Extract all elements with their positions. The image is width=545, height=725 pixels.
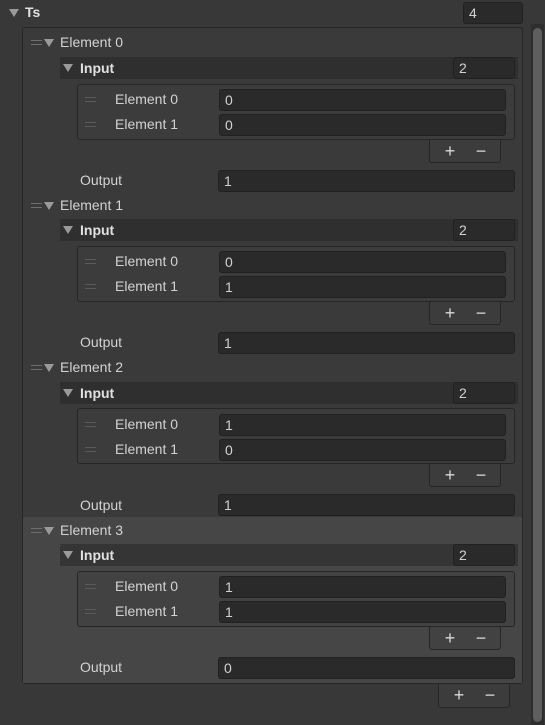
input-size-field[interactable]: 2 [453, 57, 515, 79]
drag-handle-icon[interactable] [31, 203, 42, 208]
remove-element-button[interactable]: − [480, 685, 500, 705]
add-item-button[interactable]: + [440, 141, 460, 161]
foldout-arrow-icon[interactable] [44, 202, 54, 210]
input-label[interactable]: Input [80, 60, 114, 76]
element-label[interactable]: Element 2 [60, 359, 123, 375]
input-size-field[interactable]: 2 [453, 382, 515, 404]
output-value-field[interactable]: 1 [218, 332, 515, 354]
item-value-field[interactable]: 1 [219, 276, 506, 298]
output-label: Output [80, 334, 123, 350]
add-element-button[interactable]: + [449, 685, 469, 705]
drag-handle-icon[interactable] [85, 422, 96, 427]
drag-handle-icon[interactable] [85, 609, 96, 614]
input-header-bar [60, 219, 518, 241]
foldout-arrow-icon[interactable] [44, 364, 54, 372]
element-label[interactable]: Element 3 [60, 522, 123, 538]
item-value-field[interactable]: 0 [219, 114, 506, 136]
item-label: Element 1 [115, 116, 179, 132]
item-label: Element 0 [115, 91, 179, 107]
input-header-bar [60, 544, 518, 566]
foldout-arrow-icon[interactable] [44, 527, 54, 535]
item-value-field[interactable]: 0 [219, 89, 506, 111]
input-size-field[interactable]: 2 [453, 544, 515, 566]
item-label: Element 0 [115, 253, 179, 269]
output-label: Output [80, 497, 123, 513]
output-label: Output [80, 172, 123, 188]
drag-handle-icon[interactable] [85, 97, 96, 102]
drag-handle-icon[interactable] [31, 40, 42, 45]
drag-handle-icon[interactable] [31, 365, 42, 370]
foldout-arrow-icon[interactable] [9, 9, 19, 17]
item-value-field[interactable]: 0 [219, 439, 506, 461]
add-item-button[interactable]: + [440, 465, 460, 485]
input-label[interactable]: Input [80, 385, 114, 401]
drag-handle-icon[interactable] [85, 584, 96, 589]
item-label: Element 0 [115, 578, 179, 594]
ts-label: Ts [25, 4, 41, 20]
item-value-field[interactable]: 1 [219, 601, 506, 623]
item-label: Element 1 [115, 441, 179, 457]
item-label: Element 0 [115, 416, 179, 432]
input-label[interactable]: Input [80, 222, 114, 238]
input-header-bar [60, 382, 518, 404]
output-value-field[interactable]: 0 [218, 657, 515, 679]
foldout-arrow-icon[interactable] [63, 226, 73, 234]
scrollbar-thumb[interactable] [533, 28, 542, 722]
remove-item-button[interactable]: − [471, 465, 491, 485]
remove-item-button[interactable]: − [471, 141, 491, 161]
drag-handle-icon[interactable] [85, 259, 96, 264]
add-item-button[interactable]: + [440, 628, 460, 648]
item-value-field[interactable]: 0 [219, 251, 506, 273]
drag-handle-icon[interactable] [85, 447, 96, 452]
foldout-arrow-icon[interactable] [63, 551, 73, 559]
foldout-arrow-icon[interactable] [63, 389, 73, 397]
foldout-arrow-icon[interactable] [63, 64, 73, 72]
drag-handle-icon[interactable] [31, 528, 42, 533]
element-label[interactable]: Element 0 [60, 34, 123, 50]
remove-item-button[interactable]: − [471, 303, 491, 323]
output-value-field[interactable]: 1 [218, 170, 515, 192]
foldout-arrow-icon[interactable] [44, 39, 54, 47]
drag-handle-icon[interactable] [85, 122, 96, 127]
output-value-field[interactable]: 1 [218, 494, 515, 516]
ts-size-field[interactable]: 4 [463, 2, 523, 24]
drag-handle-icon[interactable] [85, 284, 96, 289]
item-label: Element 1 [115, 603, 179, 619]
input-label[interactable]: Input [80, 547, 114, 563]
element-label[interactable]: Element 1 [60, 197, 123, 213]
item-value-field[interactable]: 1 [219, 414, 506, 436]
input-header-bar [60, 57, 518, 79]
add-item-button[interactable]: + [440, 303, 460, 323]
item-label: Element 1 [115, 278, 179, 294]
input-size-field[interactable]: 2 [453, 219, 515, 241]
item-value-field[interactable]: 1 [219, 576, 506, 598]
output-label: Output [80, 659, 123, 675]
remove-item-button[interactable]: − [471, 628, 491, 648]
